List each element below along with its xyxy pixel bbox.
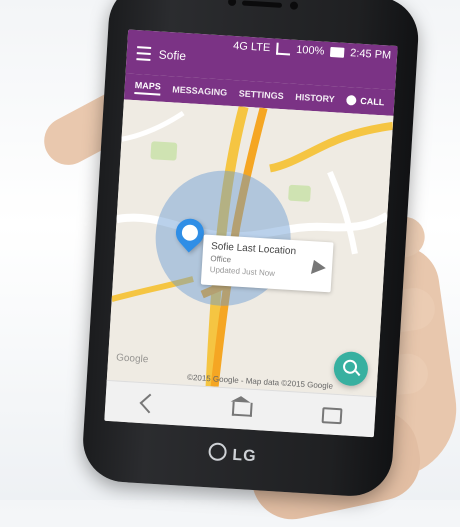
lg-logo-icon xyxy=(208,442,228,462)
map-view[interactable]: Sofie Last Location Office Updated Just … xyxy=(106,99,394,398)
tab-maps[interactable]: MAPS xyxy=(134,80,162,96)
call-label: CALL xyxy=(359,95,385,108)
battery-text: 100% xyxy=(295,43,325,58)
location-card[interactable]: Sofie Last Location Office Updated Just … xyxy=(200,234,334,293)
clock: 2:45 PM xyxy=(349,47,392,62)
back-icon[interactable] xyxy=(138,396,163,411)
status-bar: 4G LTE 100% 2:45 PM xyxy=(233,39,392,63)
sensor-icon xyxy=(289,1,299,10)
signal-icon xyxy=(275,42,291,56)
brand-logo: LG xyxy=(208,442,257,466)
search-icon xyxy=(342,359,358,375)
menu-icon[interactable] xyxy=(136,46,152,61)
network-indicator: 4G LTE xyxy=(232,39,271,55)
scene: 4G LTE 100% 2:45 PM Sofie MAPS MESSAGING xyxy=(0,0,460,527)
call-button[interactable]: CALL xyxy=(345,94,385,108)
tab-history[interactable]: HISTORY xyxy=(295,92,335,104)
phone-body: 4G LTE 100% 2:45 PM Sofie MAPS MESSAGING xyxy=(80,0,421,499)
speaker-grill xyxy=(241,0,283,8)
google-logo: Google xyxy=(115,352,149,366)
brand-text: LG xyxy=(231,446,258,466)
recent-apps-icon[interactable] xyxy=(318,407,343,422)
battery-icon xyxy=(329,46,345,58)
tab-messaging[interactable]: MESSAGING xyxy=(172,84,228,97)
screen: 4G LTE 100% 2:45 PM Sofie MAPS MESSAGING xyxy=(104,29,398,438)
front-camera-icon xyxy=(227,0,237,7)
title-row: Sofie xyxy=(136,46,186,63)
phone: 4G LTE 100% 2:45 PM Sofie MAPS MESSAGING xyxy=(80,0,440,510)
home-icon[interactable] xyxy=(228,401,253,416)
tab-settings[interactable]: SETTINGS xyxy=(238,88,284,101)
phone-icon xyxy=(345,94,358,107)
app-title: Sofie xyxy=(158,47,187,64)
avatar-icon xyxy=(181,224,199,242)
